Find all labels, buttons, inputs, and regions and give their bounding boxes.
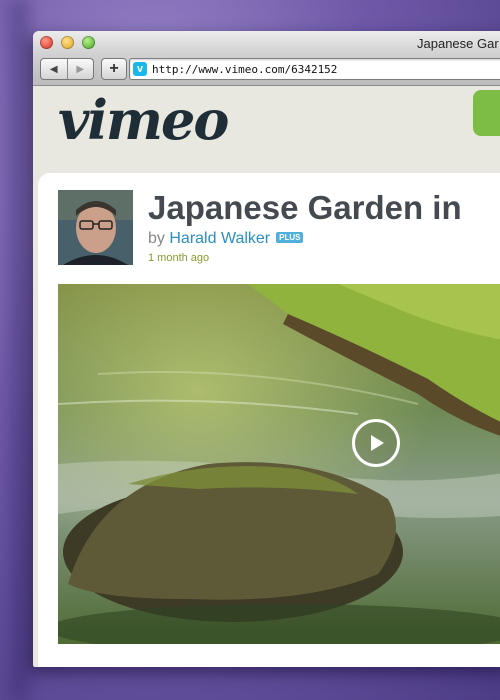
window-title: Japanese Gar <box>417 36 499 51</box>
site-header: vimeo <box>33 86 500 176</box>
play-triangle <box>371 435 384 451</box>
zoom-window-button[interactable] <box>82 36 95 49</box>
url-text[interactable]: http://www.vimeo.com/6342152 <box>152 63 337 76</box>
video-title: Japanese Garden in <box>148 189 462 226</box>
video-page-content: Japanese Garden in by Harald Walker PLUS … <box>38 173 500 667</box>
forward-arrow-icon[interactable]: ▶ <box>66 59 94 79</box>
video-thumbnail <box>58 284 500 644</box>
browser-toolbar: ◀ ▶ + v http://www.vimeo.com/6342152 <box>33 53 500 86</box>
browser-window: Japanese Gar ◀ ▶ + v http://www.vimeo.co… <box>33 31 500 667</box>
vimeo-logo[interactable]: vimeo <box>58 88 229 152</box>
header-green-tab[interactable] <box>473 90 500 136</box>
plus-badge: PLUS <box>276 232 304 243</box>
avatar-photo <box>58 190 133 265</box>
author-link[interactable]: Harald Walker <box>169 230 270 247</box>
play-icon[interactable] <box>352 419 400 467</box>
navigation-buttons: ◀ ▶ <box>40 58 94 80</box>
close-window-button[interactable] <box>40 36 53 49</box>
vimeo-favicon-icon: v <box>133 62 147 76</box>
video-player[interactable] <box>58 284 500 644</box>
address-bar[interactable]: v http://www.vimeo.com/6342152 <box>129 58 500 80</box>
upload-timestamp: 1 month ago <box>148 252 210 264</box>
byline-prefix: by <box>148 230 165 247</box>
add-bookmark-button[interactable]: + <box>101 58 127 80</box>
back-arrow-icon[interactable]: ◀ <box>41 59 67 79</box>
author-avatar[interactable] <box>58 190 133 265</box>
title-bar: Japanese Gar <box>33 31 500 53</box>
video-byline: by Harald Walker PLUS <box>148 230 304 248</box>
minimize-window-button[interactable] <box>61 36 74 49</box>
